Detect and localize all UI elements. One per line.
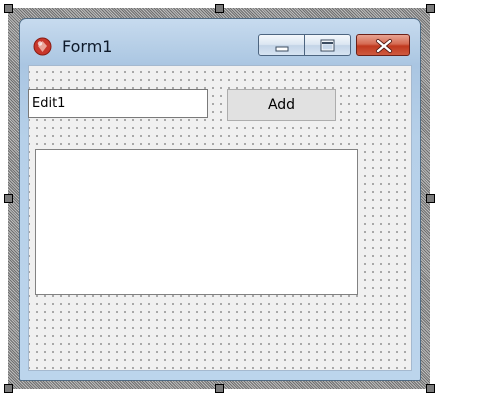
resize-handle-bottom-left[interactable]: [4, 384, 13, 393]
delphi-app-icon: [33, 37, 52, 56]
maximize-icon: [320, 39, 335, 52]
edit1-textbox[interactable]: Edit1: [28, 89, 208, 118]
close-button[interactable]: [356, 34, 410, 56]
minimize-button[interactable]: [258, 34, 305, 56]
add-button[interactable]: Add: [227, 89, 336, 121]
listbox[interactable]: [35, 149, 358, 295]
resize-handle-left[interactable]: [4, 194, 13, 203]
resize-handle-right[interactable]: [426, 194, 435, 203]
title-bar[interactable]: Form1: [20, 19, 420, 65]
resize-handle-bottom-right[interactable]: [426, 384, 435, 393]
minimize-icon: [275, 46, 289, 52]
resize-handle-bottom[interactable]: [215, 384, 224, 393]
resize-handle-top-left[interactable]: [4, 4, 13, 13]
window-title: Form1: [62, 37, 113, 56]
maximize-button[interactable]: [305, 34, 351, 56]
close-icon: [376, 39, 392, 53]
resize-handle-top-right[interactable]: [426, 4, 435, 13]
resize-handle-top[interactable]: [215, 4, 224, 13]
form-designer: Form1 Edit1 Add: [0, 0, 483, 408]
